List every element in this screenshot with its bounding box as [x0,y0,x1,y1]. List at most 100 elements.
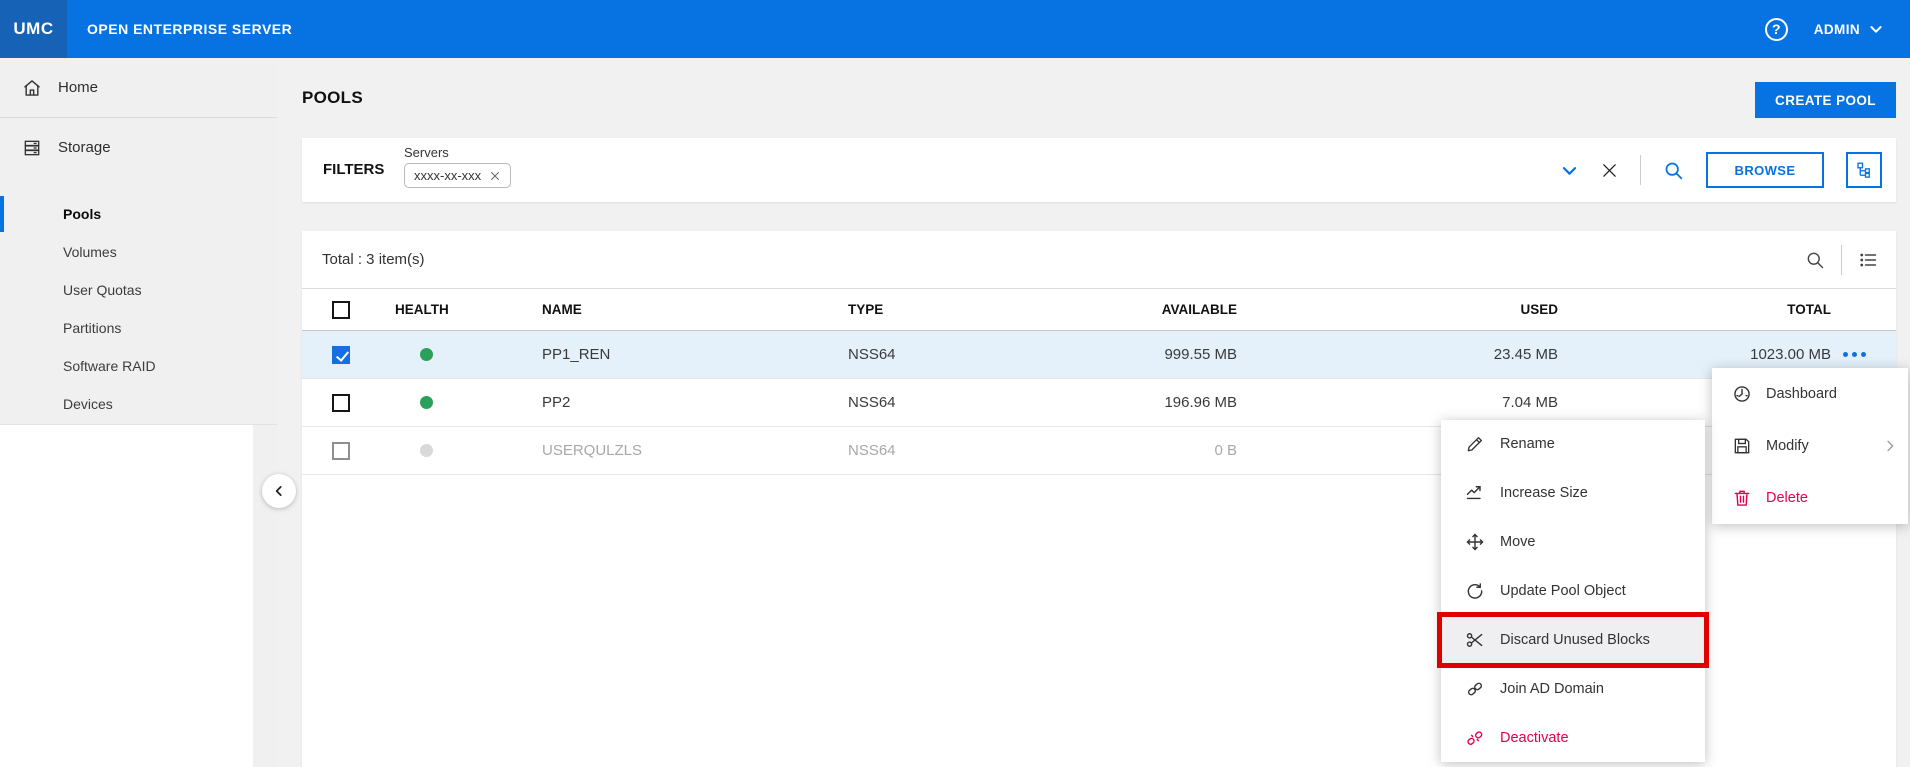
pool-name[interactable]: PP1_REN [542,346,848,363]
menu-item-label: Deactivate [1500,730,1569,746]
menu-item-label: Join AD Domain [1500,681,1604,697]
sidebar-item-user-quotas[interactable]: User Quotas [0,271,277,309]
menu-item-update-pool-object[interactable]: Update Pool Object [1441,567,1705,616]
broken-link-icon [1465,728,1485,748]
link-icon [1465,679,1485,699]
menu-item-label: Update Pool Object [1500,583,1626,599]
chevron-down-icon [1868,21,1884,37]
row-actions-menu-icon[interactable] [1843,352,1896,357]
pool-type: NSS64 [848,442,1152,459]
row-actions-menu: Dashboard Modify Delete [1712,368,1908,524]
pool-total: 1023.00 MB [1558,346,1831,363]
dashboard-icon [1732,384,1752,404]
health-status-icon [420,444,433,457]
menu-item-label: Increase Size [1500,485,1588,501]
pool-available: 0 B [1152,442,1237,459]
chip-value: xxxx-xx-xxx [414,168,481,183]
menu-item-label: Move [1500,534,1535,550]
pool-context-menu: Rename Increase Size Move Update Pool Ob… [1441,420,1705,762]
table-search-icon[interactable] [1805,250,1825,270]
menu-item-deactivate[interactable]: Deactivate [1441,713,1705,762]
increase-size-icon [1465,483,1485,503]
health-status-icon [420,396,433,409]
pool-type: NSS64 [848,394,1152,411]
product-title: OPEN ENTERPRISE SERVER [87,21,292,37]
sidebar-item-pools[interactable]: Pools [0,195,277,233]
tree-icon [1855,161,1873,179]
pool-used: 23.45 MB [1237,346,1558,363]
table-row[interactable]: PP1_REN NSS64 999.55 MB 23.45 MB 1023.00… [302,331,1896,379]
refresh-icon [1465,581,1485,601]
sidebar-item-storage[interactable]: Storage [0,118,277,177]
sidebar-item-label: Home [58,79,98,96]
chip-close-icon[interactable] [489,170,501,182]
pool-used: 7.04 MB [1237,394,1558,411]
column-header-total[interactable]: TOTAL [1558,302,1831,317]
list-settings-icon[interactable] [1858,250,1878,270]
chevron-right-icon [1882,438,1898,454]
divider [1640,155,1641,185]
app-header: UMC OPEN ENTERPRISE SERVER ? ADMIN [0,0,1910,58]
column-header-available[interactable]: AVAILABLE [1152,302,1237,317]
trash-icon [1732,488,1752,508]
servers-filter-label: Servers [404,145,511,160]
divider [1841,245,1842,275]
sidebar-nav: Home Storage Pools Volumes User Quotas P… [0,58,277,425]
tree-view-button[interactable] [1846,152,1882,188]
menu-item-label: Rename [1500,436,1555,452]
column-header-type[interactable]: TYPE [848,302,1152,317]
menu-item-move[interactable]: Move [1441,518,1705,567]
table-header-row: HEALTH NAME TYPE AVAILABLE USED TOTAL [302,289,1896,331]
menu-item-label: Modify [1766,438,1809,454]
column-header-name[interactable]: NAME [542,302,848,317]
filters-label: FILTERS [323,161,384,178]
sidebar-item-label: Storage [58,139,111,156]
menu-item-rename[interactable]: Rename [1441,420,1705,469]
row-checkbox[interactable] [332,346,350,364]
table-toolbar: Total : 3 item(s) [302,231,1896,289]
health-status-icon [420,348,433,361]
menu-item-increase-size[interactable]: Increase Size [1441,469,1705,518]
menu-item-join-ad-domain[interactable]: Join AD Domain [1441,664,1705,713]
pool-name[interactable]: PP2 [542,394,848,411]
menu-item-delete[interactable]: Delete [1712,472,1908,524]
create-pool-button[interactable]: CREATE POOL [1755,82,1896,118]
column-header-used[interactable]: USED [1237,302,1558,317]
row-checkbox[interactable] [332,394,350,412]
browse-button[interactable]: BROWSE [1706,152,1824,188]
sidebar-item-volumes[interactable]: Volumes [0,233,277,271]
pool-available: 999.55 MB [1152,346,1237,363]
row-checkbox[interactable] [332,442,350,460]
menu-item-label: Discard Unused Blocks [1500,632,1650,648]
filters-clear-icon[interactable] [1601,162,1618,179]
storage-icon [22,138,42,158]
storage-submenu: Pools Volumes User Quotas Partitions Sof… [0,195,277,423]
user-name: ADMIN [1814,22,1860,37]
help-icon[interactable]: ? [1765,18,1788,41]
menu-item-discard-unused-blocks[interactable]: Discard Unused Blocks [1441,615,1705,664]
sidebar-collapse-button[interactable] [262,474,296,508]
menu-item-dashboard[interactable]: Dashboard [1712,368,1908,420]
menu-item-label: Dashboard [1766,386,1837,402]
user-menu[interactable]: ADMIN [1814,21,1884,37]
pool-type: NSS64 [848,346,1152,363]
pool-name: USERQULZLS [542,442,848,459]
column-header-health[interactable]: HEALTH [390,302,542,317]
select-all-checkbox[interactable] [332,301,350,319]
scissors-icon [1465,630,1485,650]
filters-expand-chevron-icon[interactable] [1560,161,1579,180]
menu-item-modify[interactable]: Modify [1712,420,1908,472]
sidebar-item-home[interactable]: Home [0,58,277,117]
chevron-left-icon [272,484,286,498]
modify-icon [1732,436,1752,456]
sidebar-item-partitions[interactable]: Partitions [0,309,277,347]
umc-logo[interactable]: UMC [0,0,67,58]
menu-item-label: Delete [1766,490,1808,506]
sidebar-item-devices[interactable]: Devices [0,385,277,423]
move-icon [1465,532,1485,552]
filters-search-icon[interactable] [1663,160,1684,181]
server-filter-chip[interactable]: xxxx-xx-xxx [404,163,511,188]
filters-bar: FILTERS Servers xxxx-xx-xxx BROWSE [302,138,1896,202]
sidebar-item-software-raid[interactable]: Software RAID [0,347,277,385]
pool-available: 196.96 MB [1152,394,1237,411]
